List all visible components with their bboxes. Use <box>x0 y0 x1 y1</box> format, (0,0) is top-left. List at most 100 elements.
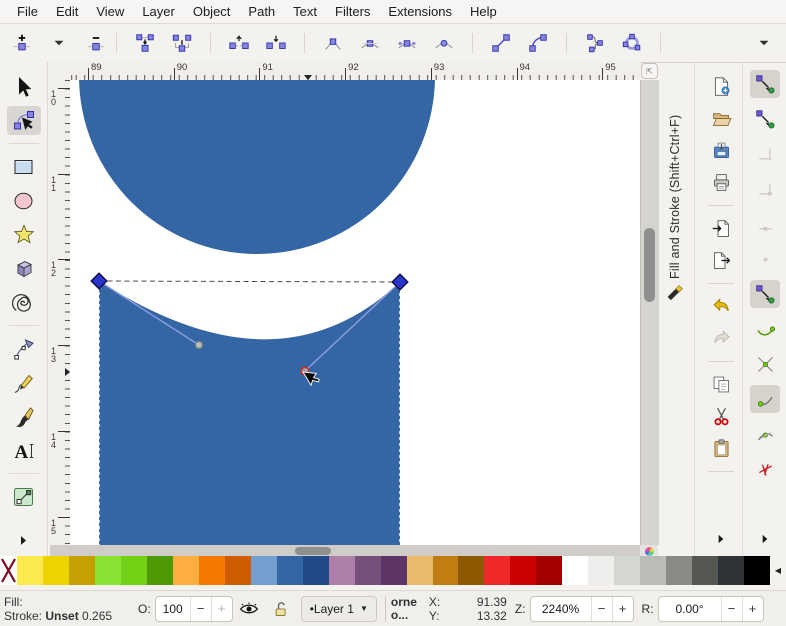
export-document-icon[interactable] <box>711 250 732 271</box>
vertical-ruler[interactable]: 1 01 11 21 31 41 5 <box>48 80 71 545</box>
snap-enable-icon[interactable] <box>750 70 780 98</box>
selected-path-shape[interactable] <box>99 281 400 545</box>
palette-swatch[interactable] <box>484 556 510 585</box>
commands-more-icon[interactable] <box>714 532 728 546</box>
copy-icon[interactable] <box>711 374 732 395</box>
tool-box-3d[interactable] <box>7 254 41 283</box>
snap-line-midpoints-icon[interactable] <box>750 455 780 483</box>
palette-swatch[interactable] <box>69 556 95 585</box>
snap-paths-icon[interactable] <box>750 315 780 343</box>
redo-icon[interactable] <box>711 328 732 349</box>
node-menu-arrow-icon[interactable] <box>47 31 71 55</box>
horizontal-scrollbar-thumb[interactable] <box>295 547 331 555</box>
print-document-icon[interactable] <box>711 172 732 193</box>
cut-icon[interactable] <box>711 406 732 427</box>
palette-swatch[interactable] <box>199 556 225 585</box>
zoom-increment-button[interactable]: + <box>612 597 633 621</box>
menu-file[interactable]: File <box>8 2 47 21</box>
palette-swatch[interactable] <box>718 556 744 585</box>
ruler-unit-button[interactable]: ⇱ <box>641 63 658 79</box>
join-nodes-icon[interactable] <box>133 31 157 55</box>
fill-stroke-indicator[interactable]: Fill: Stroke: Unset 0.265 <box>4 595 130 623</box>
segment-line-icon[interactable] <box>489 31 513 55</box>
new-document-icon[interactable] <box>711 76 732 97</box>
palette-swatch[interactable] <box>381 556 407 585</box>
palette-swatch[interactable] <box>562 556 588 585</box>
toolbox-more-icon[interactable] <box>16 533 31 548</box>
break-nodes-icon[interactable] <box>227 31 251 55</box>
tool-selector[interactable] <box>7 72 41 101</box>
tool-spiral[interactable] <box>7 288 41 317</box>
palette-scroll-button[interactable]: ◀ <box>770 556 786 585</box>
snap-bbox-corners-icon[interactable] <box>750 175 780 203</box>
palette-swatch[interactable] <box>640 556 666 585</box>
palette-swatch[interactable] <box>666 556 692 585</box>
palette-swatch[interactable] <box>173 556 199 585</box>
current-layer-dropdown[interactable]: •Layer 1 ▼ <box>301 596 377 622</box>
vertical-scrollbar[interactable] <box>640 80 659 545</box>
snap-path-intersections-icon[interactable] <box>750 350 780 378</box>
paste-icon[interactable] <box>711 438 732 459</box>
stroke-to-path-icon[interactable] <box>620 31 644 55</box>
layer-visibility-toggle[interactable] <box>236 597 262 621</box>
fill-and-stroke-dialog-tab[interactable]: Fill and Stroke (Shift+Ctrl+F) <box>660 64 690 309</box>
menu-edit[interactable]: Edit <box>47 2 87 21</box>
node-smooth-icon[interactable] <box>358 31 382 55</box>
palette-swatch[interactable] <box>510 556 536 585</box>
open-document-icon[interactable] <box>711 108 732 129</box>
snap-bbox-centers-icon[interactable] <box>750 245 780 273</box>
tool-pencil[interactable] <box>7 368 41 397</box>
palette-swatch[interactable] <box>433 556 459 585</box>
node-symmetric-icon[interactable] <box>395 31 419 55</box>
snap-bbox-icon[interactable] <box>750 105 780 133</box>
tool-ellipse[interactable] <box>7 186 41 215</box>
opacity-spinbox[interactable]: 100 − + <box>155 596 233 622</box>
palette-swatch[interactable] <box>251 556 277 585</box>
tool-star[interactable] <box>7 220 41 249</box>
menu-path[interactable]: Path <box>239 2 284 21</box>
object-to-path-icon[interactable] <box>583 31 607 55</box>
menu-view[interactable]: View <box>87 2 133 21</box>
horizontal-ruler[interactable]: 89909192939495 <box>48 62 640 81</box>
delete-segment-icon[interactable] <box>264 31 288 55</box>
import-document-icon[interactable] <box>711 218 732 239</box>
palette-swatch[interactable] <box>744 556 770 585</box>
palette-swatch[interactable] <box>95 556 121 585</box>
palette-swatch[interactable] <box>303 556 329 585</box>
toolbar-more-icon[interactable] <box>752 31 776 55</box>
snap-smooth-nodes-icon[interactable] <box>750 420 780 448</box>
rotation-increment-button[interactable]: + <box>742 597 763 621</box>
palette-swatch[interactable] <box>121 556 147 585</box>
zoom-decrement-button[interactable]: − <box>591 597 612 621</box>
tool-text[interactable]: A <box>7 436 41 465</box>
palette-swatch[interactable] <box>614 556 640 585</box>
palette-swatch[interactable] <box>43 556 69 585</box>
snap-bbox-edges-icon[interactable] <box>750 140 780 168</box>
menu-layer[interactable]: Layer <box>133 2 184 21</box>
undo-icon[interactable] <box>711 296 732 317</box>
tool-calligraphy[interactable] <box>7 402 41 431</box>
delete-node-icon[interactable] <box>84 31 108 55</box>
zoom-spinbox[interactable]: 2240% − + <box>530 596 634 622</box>
no-color-swatch[interactable] <box>0 556 17 585</box>
tool-gradient[interactable] <box>7 482 41 511</box>
menu-text[interactable]: Text <box>284 2 326 21</box>
segment-curve-icon[interactable] <box>526 31 550 55</box>
snap-bbox-edge-midpoints-icon[interactable] <box>750 210 780 238</box>
opacity-increment-button[interactable]: + <box>211 597 232 621</box>
palette-swatch[interactable] <box>329 556 355 585</box>
palette-swatch[interactable] <box>225 556 251 585</box>
palette-swatch[interactable] <box>588 556 614 585</box>
palette-swatch[interactable] <box>692 556 718 585</box>
save-document-icon[interactable] <box>711 140 732 161</box>
palette-swatch[interactable] <box>147 556 173 585</box>
snap-cusp-nodes-icon[interactable] <box>750 385 780 413</box>
menu-object[interactable]: Object <box>184 2 240 21</box>
drawing-canvas[interactable] <box>70 80 640 545</box>
palette-swatch[interactable] <box>407 556 433 585</box>
menu-extensions[interactable]: Extensions <box>379 2 461 21</box>
palette-swatch[interactable] <box>355 556 381 585</box>
palette-swatch[interactable] <box>277 556 303 585</box>
tool-node-editor[interactable] <box>7 106 41 135</box>
opacity-decrement-button[interactable]: − <box>190 597 211 621</box>
